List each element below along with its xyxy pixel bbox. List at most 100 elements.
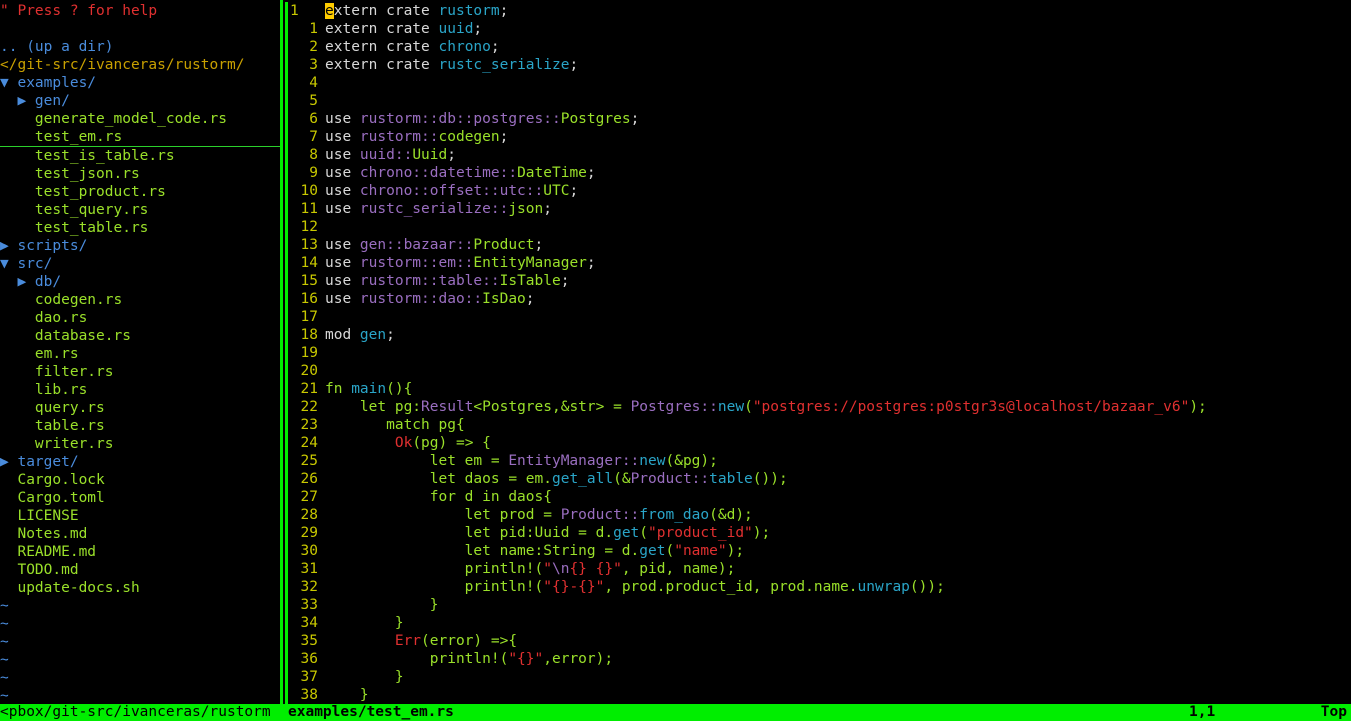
tree-file[interactable]: database.rs	[0, 327, 280, 345]
tree-file[interactable]: table.rs	[0, 417, 280, 435]
line-number: 15	[300, 273, 318, 289]
code-token: Product	[473, 237, 535, 253]
tree-folder[interactable]: ▶ target/	[0, 453, 280, 471]
code-line[interactable]: 6 use rustorm::db::postgres::Postgres;	[283, 110, 1351, 128]
code-token: ,error);	[543, 651, 614, 667]
code-line[interactable]: 37 }	[283, 668, 1351, 686]
tree-folder[interactable]: ▼ examples/	[0, 74, 280, 92]
tree-file[interactable]: query.rs	[0, 399, 280, 417]
code-line[interactable]: 2 extern crate chrono;	[283, 38, 1351, 56]
tree-file[interactable]: update-docs.sh	[0, 579, 280, 597]
code-token: IsDao	[482, 291, 526, 307]
tree-file[interactable]: em.rs	[0, 345, 280, 363]
code-token: let name:String = d.	[325, 543, 640, 559]
line-number: 23	[300, 417, 318, 433]
code-line[interactable]: 16 use rustorm::dao::IsDao;	[283, 290, 1351, 308]
code-line[interactable]: 24 Ok(pg) => {	[283, 434, 1351, 452]
tree-file[interactable]: writer.rs	[0, 435, 280, 453]
code-line[interactable]: 20	[283, 362, 1351, 380]
tree-file[interactable]: TODO.md	[0, 561, 280, 579]
sign-column-marker	[285, 362, 288, 380]
line-number: 29	[300, 525, 318, 541]
sign-column-marker	[285, 506, 288, 524]
code-line[interactable]: 18 mod gen;	[283, 326, 1351, 344]
editor-pane[interactable]: 1 extern crate rustorm; 1 extern crate uuid…	[283, 2, 1351, 704]
code-token: Postgres::	[630, 399, 718, 415]
code-line[interactable]: 26 let daos = em.get_all(&Product::table…	[283, 470, 1351, 488]
code-line[interactable]: 1 extern crate uuid;	[283, 20, 1351, 38]
help-hint-label: " Press ? for help	[0, 3, 158, 19]
current-dir-path[interactable]: </git-src/ivanceras/rustorm/	[0, 56, 280, 74]
code-line[interactable]: 13 use gen::bazaar::Product;	[283, 236, 1351, 254]
code-line[interactable]: 22 let pg:Result<Postgres,&str> = Postgr…	[283, 398, 1351, 416]
status-scroll-position: Top	[1320, 704, 1347, 720]
code-line[interactable]: 12	[283, 218, 1351, 236]
code-line[interactable]: 19	[283, 344, 1351, 362]
code-token: use	[325, 273, 360, 289]
tree-file[interactable]: lib.rs	[0, 381, 280, 399]
line-number: 34	[300, 615, 318, 631]
tree-folder[interactable]: ▶ db/	[0, 273, 280, 291]
tree-file[interactable]: test_is_table.rs	[0, 147, 280, 165]
text-cursor: e	[325, 3, 334, 19]
tree-file-label: filter.rs	[34, 364, 114, 380]
code-line[interactable]: 30 let name:String = d.get("name");	[283, 542, 1351, 560]
tree-file[interactable]: test_em.rs	[0, 128, 280, 147]
tree-file[interactable]: Cargo.lock	[0, 471, 280, 489]
tree-file[interactable]: test_product.rs	[0, 183, 280, 201]
code-line[interactable]: 9 use chrono::datetime::DateTime;	[283, 164, 1351, 182]
code-line[interactable]: 23 match pg{	[283, 416, 1351, 434]
code-line[interactable]: 4	[283, 74, 1351, 92]
up-dir-link[interactable]: .. (up a dir)	[0, 38, 280, 56]
code-line[interactable]: 27 for d in daos{	[283, 488, 1351, 506]
code-line[interactable]: 25 let em = EntityManager::new(&pg);	[283, 452, 1351, 470]
code-line[interactable]: 15 use rustorm::table::IsTable;	[283, 272, 1351, 290]
code-line[interactable]: 38 }	[283, 686, 1351, 704]
code-line[interactable]: 35 Err(error) =>{	[283, 632, 1351, 650]
tree-file[interactable]: test_json.rs	[0, 165, 280, 183]
nerdtree-pane[interactable]: " Press ? for help .. (up a dir) </git-src…	[0, 2, 280, 704]
tree-folder[interactable]: ▶ gen/	[0, 92, 280, 110]
tree-file[interactable]: LICENSE	[0, 507, 280, 525]
tree-file[interactable]: README.md	[0, 543, 280, 561]
tree-file-label: LICENSE	[17, 508, 79, 524]
code-token: "name"	[674, 543, 727, 559]
code-line[interactable]: 28 let prod = Product::from_dao(&d);	[283, 506, 1351, 524]
empty-line-marker-label: ~	[0, 688, 9, 704]
code-token: DateTime	[517, 165, 587, 181]
code-line[interactable]: 29 let pid:Uuid = d.get("product_id");	[283, 524, 1351, 542]
code-line[interactable]: 17	[283, 308, 1351, 326]
code-line[interactable]: 3 extern crate rustc_serialize;	[283, 56, 1351, 74]
tree-file[interactable]: test_table.rs	[0, 219, 280, 237]
code-text: use rustorm::db::postgres::Postgres;	[318, 111, 639, 127]
tree-file[interactable]: generate_model_code.rs	[0, 110, 280, 128]
tree-file[interactable]: Notes.md	[0, 525, 280, 543]
code-line[interactable]: 32 println!("{}-{}", prod.product_id, pr…	[283, 578, 1351, 596]
code-text: extern crate rustorm;	[318, 3, 508, 19]
tree-file[interactable]: filter.rs	[0, 363, 280, 381]
code-line[interactable]: 8 use uuid::Uuid;	[283, 146, 1351, 164]
code-line[interactable]: 31 println!("\n{} {}", pid, name);	[283, 560, 1351, 578]
code-token: rustorm::em::	[359, 255, 474, 271]
code-line[interactable]: 14 use rustorm::em::EntityManager;	[283, 254, 1351, 272]
tree-folder[interactable]: ▶ scripts/	[0, 237, 280, 255]
line-number: 25	[300, 453, 318, 469]
code-line[interactable]: 5	[283, 92, 1351, 110]
code-token: Uuid	[412, 147, 448, 163]
tree-file[interactable]: codegen.rs	[0, 291, 280, 309]
tree-file[interactable]: Cargo.toml	[0, 489, 280, 507]
tree-file[interactable]: test_query.rs	[0, 201, 280, 219]
code-line[interactable]: 34 }	[283, 614, 1351, 632]
code-line[interactable]: 21 fn main(){	[283, 380, 1351, 398]
code-line[interactable]: 33 }	[283, 596, 1351, 614]
code-line[interactable]: 10 use chrono::offset::utc::UTC;	[283, 182, 1351, 200]
tree-file[interactable]: dao.rs	[0, 309, 280, 327]
code-line[interactable]: 1 extern crate rustorm;	[283, 2, 1351, 20]
tree-file-label: dao.rs	[34, 310, 88, 326]
code-line[interactable]: 36 println!("{}",error);	[283, 650, 1351, 668]
tree-folder[interactable]: ▼ src/	[0, 255, 280, 273]
code-line[interactable]: 11 use rustc_serialize::json;	[283, 200, 1351, 218]
code-text: use rustorm::dao::IsDao;	[318, 291, 535, 307]
code-line[interactable]: 7 use rustorm::codegen;	[283, 128, 1351, 146]
